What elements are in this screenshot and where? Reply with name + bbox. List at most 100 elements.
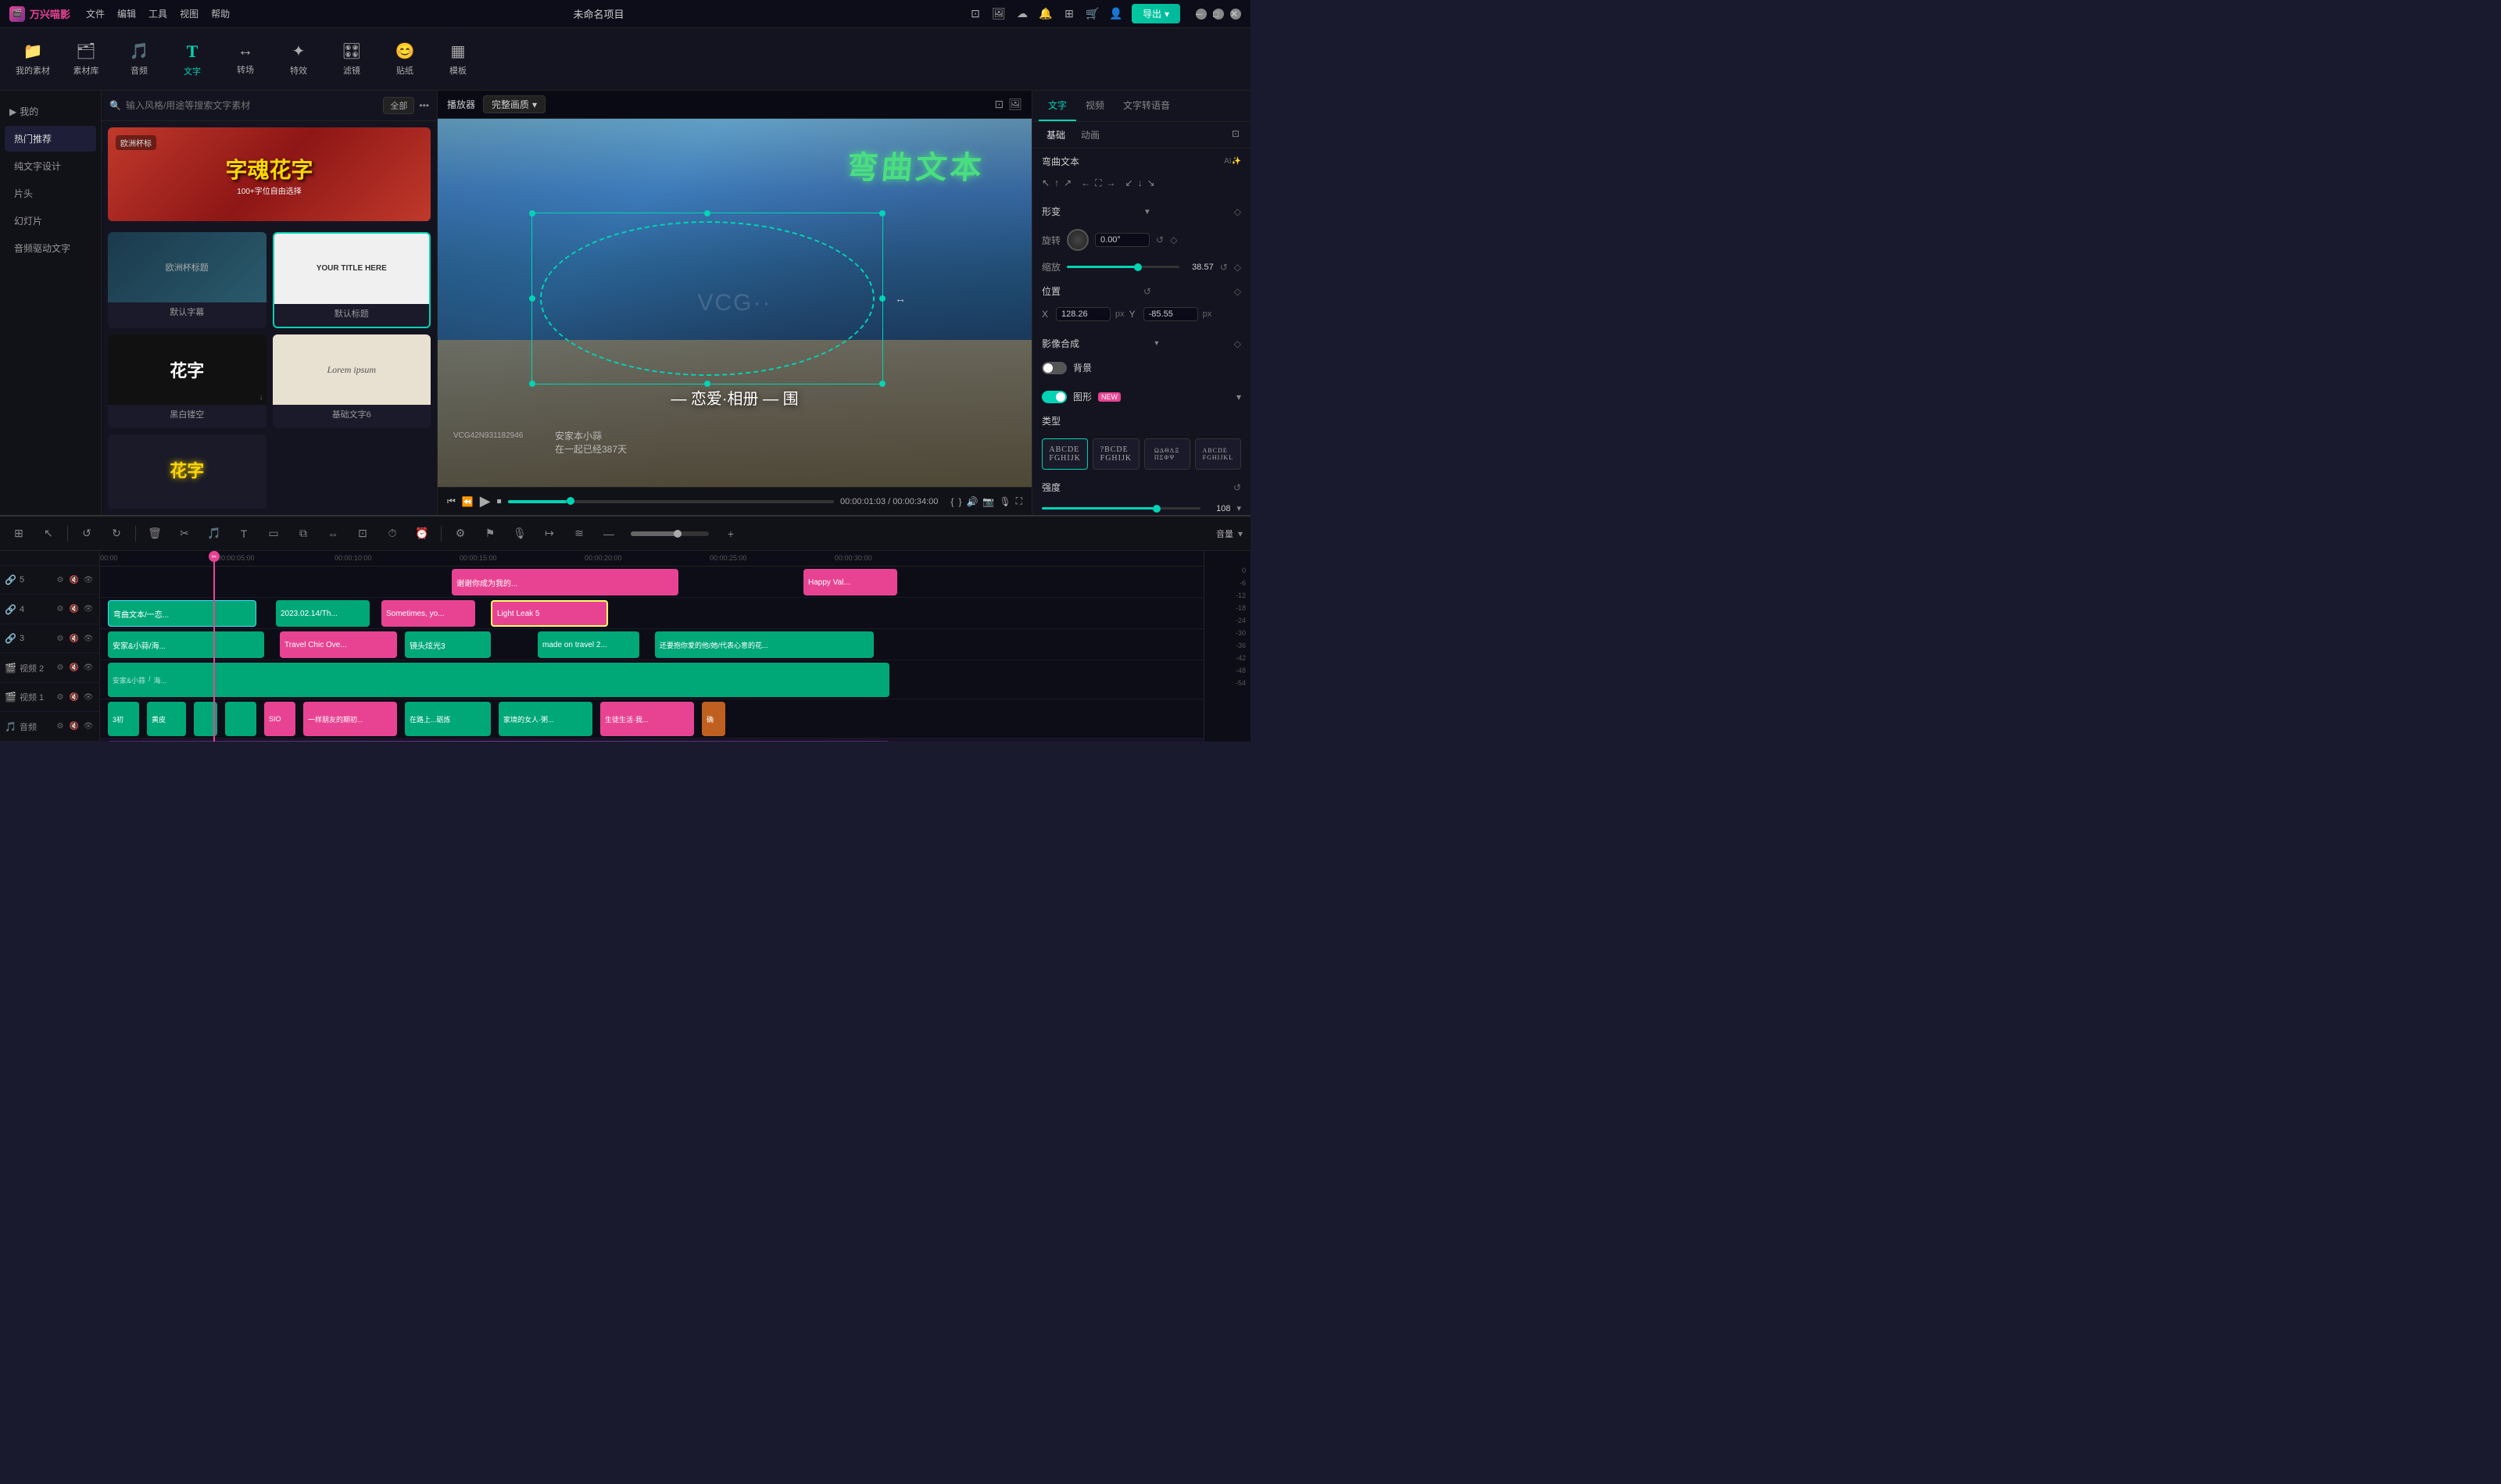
- clip-long-text[interactable]: 还要抱你爱的他/她/代表心意的花...: [655, 631, 874, 658]
- clip-thanks[interactable]: 谢谢你成为我的...: [452, 569, 678, 595]
- huazi-dark-card[interactable]: 花字 ↓ 黑白镂空: [108, 334, 267, 428]
- arrow-up[interactable]: ↑: [1054, 177, 1059, 189]
- type-card-1[interactable]: ABCDEFGHIJK: [1042, 438, 1088, 470]
- shape-toggle[interactable]: [1042, 391, 1067, 403]
- ai-icon[interactable]: AI✨: [1224, 157, 1241, 166]
- tl-timer-icon[interactable]: ⏱: [381, 523, 403, 545]
- clip-lens-flare[interactable]: 镜头炫光3: [405, 631, 491, 658]
- arrow-tl[interactable]: ↖: [1042, 177, 1050, 189]
- filter-button[interactable]: 全部: [383, 97, 414, 114]
- clip-jiaojing[interactable]: 家境的女人·粥...: [499, 702, 592, 736]
- fullscreen-icon[interactable]: ⊡: [994, 98, 1004, 111]
- video2-mute-icon[interactable]: 🔇: [68, 662, 81, 674]
- maximize-button[interactable]: □: [1213, 9, 1224, 20]
- quality-selector[interactable]: 完整画质 ▾: [483, 95, 546, 113]
- mark-in-icon[interactable]: {: [950, 496, 954, 507]
- track5-eye-icon[interactable]: 👁: [82, 574, 95, 586]
- type-card-4[interactable]: ABCDEFGHIJKL: [1195, 438, 1241, 470]
- clip-travel-chic[interactable]: Travel Chic Ove...: [280, 631, 397, 658]
- video1-eye-icon[interactable]: 👁: [82, 691, 95, 703]
- export-button[interactable]: 导出 ▾: [1132, 4, 1180, 23]
- menu-edit[interactable]: 编辑: [117, 7, 136, 20]
- clip-main-video2[interactable]: 安家&小蒜/海...: [108, 663, 889, 697]
- lorem-card[interactable]: Lorem ipsum 基础文字6: [273, 334, 431, 428]
- track4-mute-icon[interactable]: 🔇: [68, 603, 81, 616]
- arrow-down[interactable]: ↓: [1138, 177, 1143, 189]
- toolbar-filter[interactable]: 🎛 滤镜: [335, 41, 369, 77]
- clip-3chu[interactable]: 3初: [108, 702, 139, 736]
- sidebar-item-audio-driven[interactable]: 音频驱动文字: [5, 235, 96, 261]
- video1-settings-icon[interactable]: ⚙: [54, 691, 66, 703]
- huazi-yellow-card[interactable]: 花字: [108, 434, 267, 510]
- search-input[interactable]: [126, 100, 378, 111]
- arrow-bl[interactable]: ↙: [1125, 177, 1133, 189]
- tab-video[interactable]: 视频: [1076, 91, 1114, 121]
- track3-settings-icon[interactable]: ⚙: [54, 632, 66, 645]
- rotation-refresh-icon[interactable]: ↺: [1156, 234, 1164, 245]
- toolbar-materials[interactable]: 🗂 素材库: [69, 41, 103, 77]
- default-caption-card[interactable]: 欧洲杯标题 默认字幕: [108, 232, 267, 329]
- tl-clock-icon[interactable]: ⏰: [411, 523, 433, 545]
- strength-thumb[interactable]: [1153, 505, 1161, 513]
- clip-curved-text[interactable]: 弯曲文本/一恋...: [108, 600, 256, 627]
- prev-frame-icon[interactable]: ⏪: [462, 496, 474, 507]
- arrow-br[interactable]: ↘: [1147, 177, 1155, 189]
- close-button[interactable]: ✕: [1230, 9, 1241, 20]
- apps-icon[interactable]: ⊞: [1061, 6, 1077, 22]
- playhead[interactable]: ✂: [213, 551, 215, 742]
- subtab-animation[interactable]: 动画: [1073, 122, 1107, 148]
- tl-plus-icon[interactable]: +: [720, 523, 742, 545]
- minimize-button[interactable]: ─: [1196, 9, 1207, 20]
- x-input[interactable]: [1056, 307, 1111, 321]
- featured-card[interactable]: 欧洲杯标 字魂花字 100+字位自由选择 字魂花字合集 | 100余款字体自由选…: [108, 127, 431, 221]
- menu-file[interactable]: 文件: [86, 7, 105, 20]
- tl-redo-icon[interactable]: ↻: [106, 523, 127, 545]
- toolbar-sticker[interactable]: 😊 贴纸: [388, 41, 422, 77]
- sidebar-item-pure-text[interactable]: 纯文字设计: [5, 153, 96, 179]
- keyframe-icon[interactable]: ◇: [1234, 206, 1241, 217]
- y-input[interactable]: [1143, 307, 1198, 321]
- screenshot-icon[interactable]: 🖼: [1008, 98, 1022, 111]
- clip-friends[interactable]: 一样朋友的期初...: [303, 702, 397, 736]
- clip-made-on-travel[interactable]: made on travel 2...: [538, 631, 639, 658]
- menu-view[interactable]: 视图: [180, 7, 199, 20]
- tab-text[interactable]: 文字: [1039, 91, 1076, 121]
- tl-mirror-icon[interactable]: ⇔: [322, 523, 344, 545]
- clip-sometimes[interactable]: Sometimes, yo...: [381, 600, 475, 627]
- subtab-basic[interactable]: 基础: [1039, 122, 1073, 148]
- mark-out-icon[interactable]: }: [958, 496, 961, 507]
- tl-flag-icon[interactable]: ⚑: [479, 523, 501, 545]
- zoom-slider[interactable]: [631, 531, 709, 536]
- sidebar-item-my[interactable]: ▶ 我的: [0, 98, 101, 124]
- audio-icon[interactable]: 🔊: [966, 496, 978, 507]
- clip-light-leak-5[interactable]: Light Leak 5: [491, 600, 608, 627]
- expand-icon2[interactable]: ⛶: [1095, 177, 1101, 189]
- mic-icon[interactable]: 🎙: [999, 496, 1011, 507]
- audio-mute-icon[interactable]: 🔇: [68, 721, 81, 733]
- expand-panel-icon[interactable]: ⊡: [1227, 122, 1244, 148]
- position-refresh-icon[interactable]: ↺: [1143, 286, 1151, 297]
- cart-icon[interactable]: 🛒: [1085, 6, 1100, 22]
- arrow-right[interactable]: →: [1107, 177, 1116, 189]
- clip-road[interactable]: 在路上...砺炼: [405, 702, 491, 736]
- stop-icon[interactable]: ⏹: [497, 495, 502, 507]
- scale-refresh-icon[interactable]: ↺: [1220, 262, 1228, 273]
- tl-crop-icon[interactable]: ⊡: [352, 523, 374, 545]
- clip-sio[interactable]: SIO: [264, 702, 295, 736]
- rewind-icon[interactable]: ⏮: [447, 495, 456, 507]
- screenshot-play-icon[interactable]: 📷: [982, 496, 994, 507]
- default-title-card[interactable]: YOUR TITLE HERE 默认标题: [273, 232, 431, 329]
- clip-happy-val[interactable]: Happy Val...: [803, 569, 897, 595]
- rotation-keyframe-icon[interactable]: ◇: [1170, 234, 1177, 245]
- audio-settings-icon[interactable]: ⚙: [54, 721, 66, 733]
- video1-mute-icon[interactable]: 🔇: [68, 691, 81, 703]
- image-icon[interactable]: 🖼: [991, 6, 1007, 22]
- video2-eye-icon[interactable]: 👁: [82, 662, 95, 674]
- shape-dropdown-icon[interactable]: ▾: [1236, 392, 1241, 402]
- transform-dropdown[interactable]: ▾: [1145, 206, 1150, 216]
- toolbar-effects[interactable]: ✦ 特效: [281, 41, 316, 77]
- progress-track[interactable]: [508, 500, 834, 503]
- blend-keyframe-icon[interactable]: ◇: [1234, 338, 1241, 349]
- position-keyframe-icon[interactable]: ◇: [1234, 286, 1241, 297]
- toolbar-my-materials[interactable]: 📁 我的素材: [16, 41, 50, 77]
